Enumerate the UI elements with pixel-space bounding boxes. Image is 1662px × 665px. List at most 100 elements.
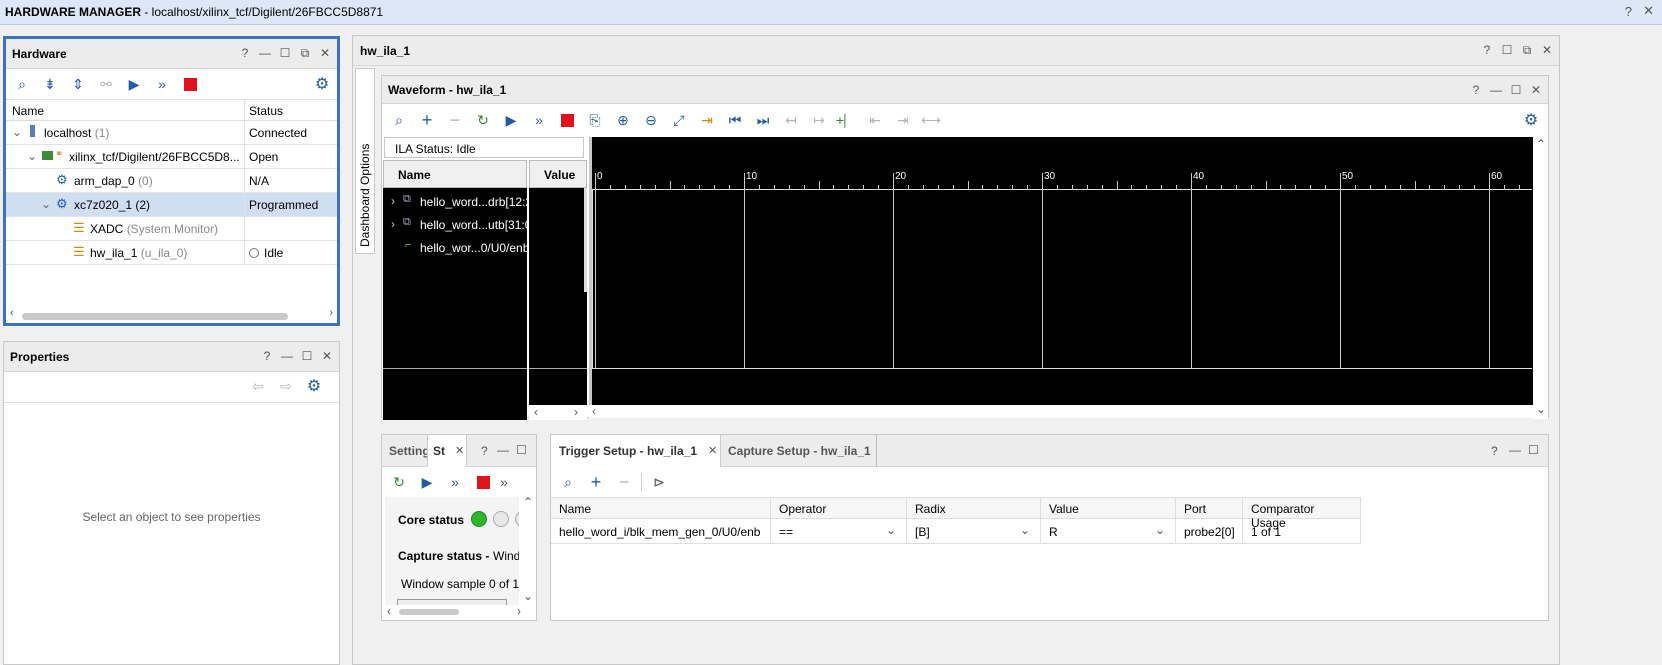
tab-capture-setup[interactable]: Capture Setup - hw_ila_1 <box>721 435 877 467</box>
forward-icon[interactable]: ⇨ <box>272 374 300 398</box>
gear-icon[interactable]: ⚙ <box>1517 108 1545 132</box>
previous-marker-icon[interactable]: ⇤ <box>861 108 889 132</box>
hardware-hscrollbar[interactable]: ‹ › <box>8 307 335 322</box>
column-name[interactable]: Name <box>383 160 527 188</box>
waveform-vscrollbar[interactable]: ⌃ ⌄ <box>1533 137 1548 419</box>
close-icon[interactable]: ✕ <box>321 349 333 363</box>
connect-icon[interactable]: ⚯ <box>92 72 120 96</box>
maximize-icon[interactable]: ☐ <box>1501 43 1513 58</box>
help-icon[interactable]: ? <box>261 349 273 363</box>
tab-status[interactable]: St ✕ <box>427 435 467 467</box>
next-transition-icon[interactable]: ↦ <box>805 108 833 132</box>
float-icon[interactable]: ⧉ <box>1521 43 1533 58</box>
waveform-canvas[interactable]: 0 10 20 30 40 50 60 <box>589 137 1533 405</box>
help-icon[interactable]: ? <box>1470 83 1482 97</box>
dashboard-options-tab[interactable]: Dashboard Options <box>355 68 375 254</box>
overflow-icon[interactable]: » <box>497 470 511 494</box>
expand-all-icon[interactable]: ⇕ <box>64 72 92 96</box>
column-status[interactable]: Status <box>244 100 283 120</box>
go-to-cursor-icon[interactable]: ⇥ <box>693 108 721 132</box>
run-trigger-icon[interactable]: ▶ <box>120 72 148 96</box>
help-icon[interactable]: ? <box>239 46 251 61</box>
help-icon[interactable]: ? <box>481 444 488 458</box>
auto-retrigger-icon[interactable]: ↻ <box>385 470 413 494</box>
column-name[interactable]: Name <box>559 502 591 516</box>
tree-row-xadc[interactable]: ☰ XADC (System Monitor) <box>6 217 337 241</box>
help-icon[interactable]: ? <box>1491 444 1498 458</box>
maximize-icon[interactable]: ☐ <box>279 46 291 61</box>
help-icon[interactable]: ? <box>1481 43 1493 58</box>
minimize-icon[interactable]: — <box>259 46 271 61</box>
column-operator[interactable]: Operator <box>770 498 826 520</box>
zoom-out-icon[interactable]: ⊖ <box>637 108 665 132</box>
auto-retrigger-icon[interactable]: ↻ <box>469 108 497 132</box>
go-to-first-icon[interactable]: ⏮ <box>721 108 749 132</box>
previous-transition-icon[interactable]: ↤ <box>777 108 805 132</box>
add-marker-icon[interactable]: +⎸ <box>833 108 861 132</box>
help-icon[interactable]: ? <box>1625 4 1632 19</box>
minimize-icon[interactable]: — <box>1509 443 1521 457</box>
run-trigger-icon[interactable]: ▶ <box>497 108 525 132</box>
swap-cursors-icon[interactable]: ⟷ <box>917 108 945 132</box>
run-trigger-icon[interactable]: ▶ <box>413 470 441 494</box>
signal-row[interactable]: ⌐ hello_wor...0/U0/enb <box>383 235 529 258</box>
chevron-down-icon[interactable]: ⌄ <box>12 125 22 139</box>
signal-row[interactable]: › ⧉ hello_word...drb[12:2 <box>383 189 532 212</box>
maximize-icon[interactable]: ☐ <box>301 349 313 363</box>
column-name[interactable]: Name <box>12 104 44 118</box>
value-select[interactable]: R ⌄ <box>1040 520 1175 544</box>
column-comparator-usage[interactable]: Comparator Usage <box>1242 498 1361 530</box>
stop-icon[interactable] <box>553 108 581 132</box>
export-icon[interactable]: ⎘ <box>581 108 609 132</box>
close-icon[interactable]: ✕ <box>319 46 331 61</box>
remove-icon[interactable]: − <box>441 108 469 132</box>
close-icon[interactable]: ✕ <box>1541 43 1553 58</box>
column-port[interactable]: Port <box>1175 498 1206 520</box>
search-icon[interactable]: ⌕ <box>385 108 413 132</box>
run-immediate-icon[interactable]: » <box>441 470 469 494</box>
run-immediate-icon[interactable]: » <box>525 108 553 132</box>
close-icon[interactable]: ✕ <box>1643 3 1654 19</box>
column-radix[interactable]: Radix <box>906 498 946 520</box>
tab-settings[interactable]: Setting <box>389 444 430 458</box>
maximize-icon[interactable]: ☐ <box>1528 443 1539 457</box>
minimize-icon[interactable]: — <box>497 443 509 457</box>
maximize-icon[interactable]: ☐ <box>516 443 527 457</box>
tree-row-xc7z020[interactable]: ⌄ ⚙ xc7z020_1 (2) Programmed <box>6 193 337 217</box>
column-value[interactable]: Value <box>529 160 587 188</box>
tab-trigger-setup[interactable]: Trigger Setup - hw_ila_1 ✕ <box>551 435 721 467</box>
tree-row-arm-dap[interactable]: ⚙ arm_dap_0 (0) N/A <box>6 169 337 193</box>
add-probe-icon[interactable]: + <box>582 470 610 494</box>
operator-select[interactable]: == ⌄ <box>770 520 906 544</box>
stop-icon[interactable] <box>469 470 497 494</box>
chevron-down-icon[interactable]: ⌄ <box>27 149 37 163</box>
tree-row-target[interactable]: ⌄ ⚭ xilinx_tcf/Digilent/26FBCC5D8... Ope… <box>6 145 337 169</box>
zoom-fit-icon[interactable]: ⤢ <box>665 108 693 132</box>
trigger-row[interactable]: hello_word_i/blk_mem_gen_0/U0/enb == ⌄ [B… <box>551 520 1361 544</box>
trigger-condition-icon[interactable]: ⊳ <box>645 470 673 494</box>
add-icon[interactable]: + <box>413 108 441 132</box>
status-vscrollbar[interactable]: ⌃ ⌄ <box>521 495 535 605</box>
search-icon[interactable]: ⌕ <box>8 72 36 96</box>
gear-icon[interactable]: ⚙ <box>308 72 336 96</box>
remove-probe-icon[interactable]: − <box>610 470 638 494</box>
gear-icon[interactable]: ⚙ <box>300 374 328 398</box>
value-hscrollbar[interactable]: ‹ › <box>529 405 587 420</box>
tree-row-hw-ila[interactable]: ☰ hw_ila_1 (u_ila_0) Idle <box>6 241 337 265</box>
zoom-in-icon[interactable]: ⊕ <box>609 108 637 132</box>
run-immediate-icon[interactable]: » <box>148 72 176 96</box>
minimize-icon[interactable]: — <box>281 349 293 363</box>
waveform-hscrollbar[interactable]: ‹ <box>589 404 1533 418</box>
close-icon[interactable]: ✕ <box>1530 83 1542 97</box>
maximize-icon[interactable]: ☐ <box>1510 83 1522 97</box>
next-marker-icon[interactable]: ⇥ <box>889 108 917 132</box>
search-icon[interactable]: ⌕ <box>554 470 582 494</box>
stop-icon[interactable] <box>176 72 204 96</box>
radix-select[interactable]: [B] ⌄ <box>906 520 1040 544</box>
signal-row[interactable]: › ⧉ hello_word...utb[31:0 <box>383 212 531 235</box>
go-to-last-icon[interactable]: ⏭ <box>749 108 777 132</box>
back-icon[interactable]: ⇦ <box>244 374 272 398</box>
collapse-all-icon[interactable]: ⇟ <box>36 72 64 96</box>
float-icon[interactable]: ⧉ <box>299 46 311 61</box>
minimize-icon[interactable]: — <box>1490 83 1502 97</box>
